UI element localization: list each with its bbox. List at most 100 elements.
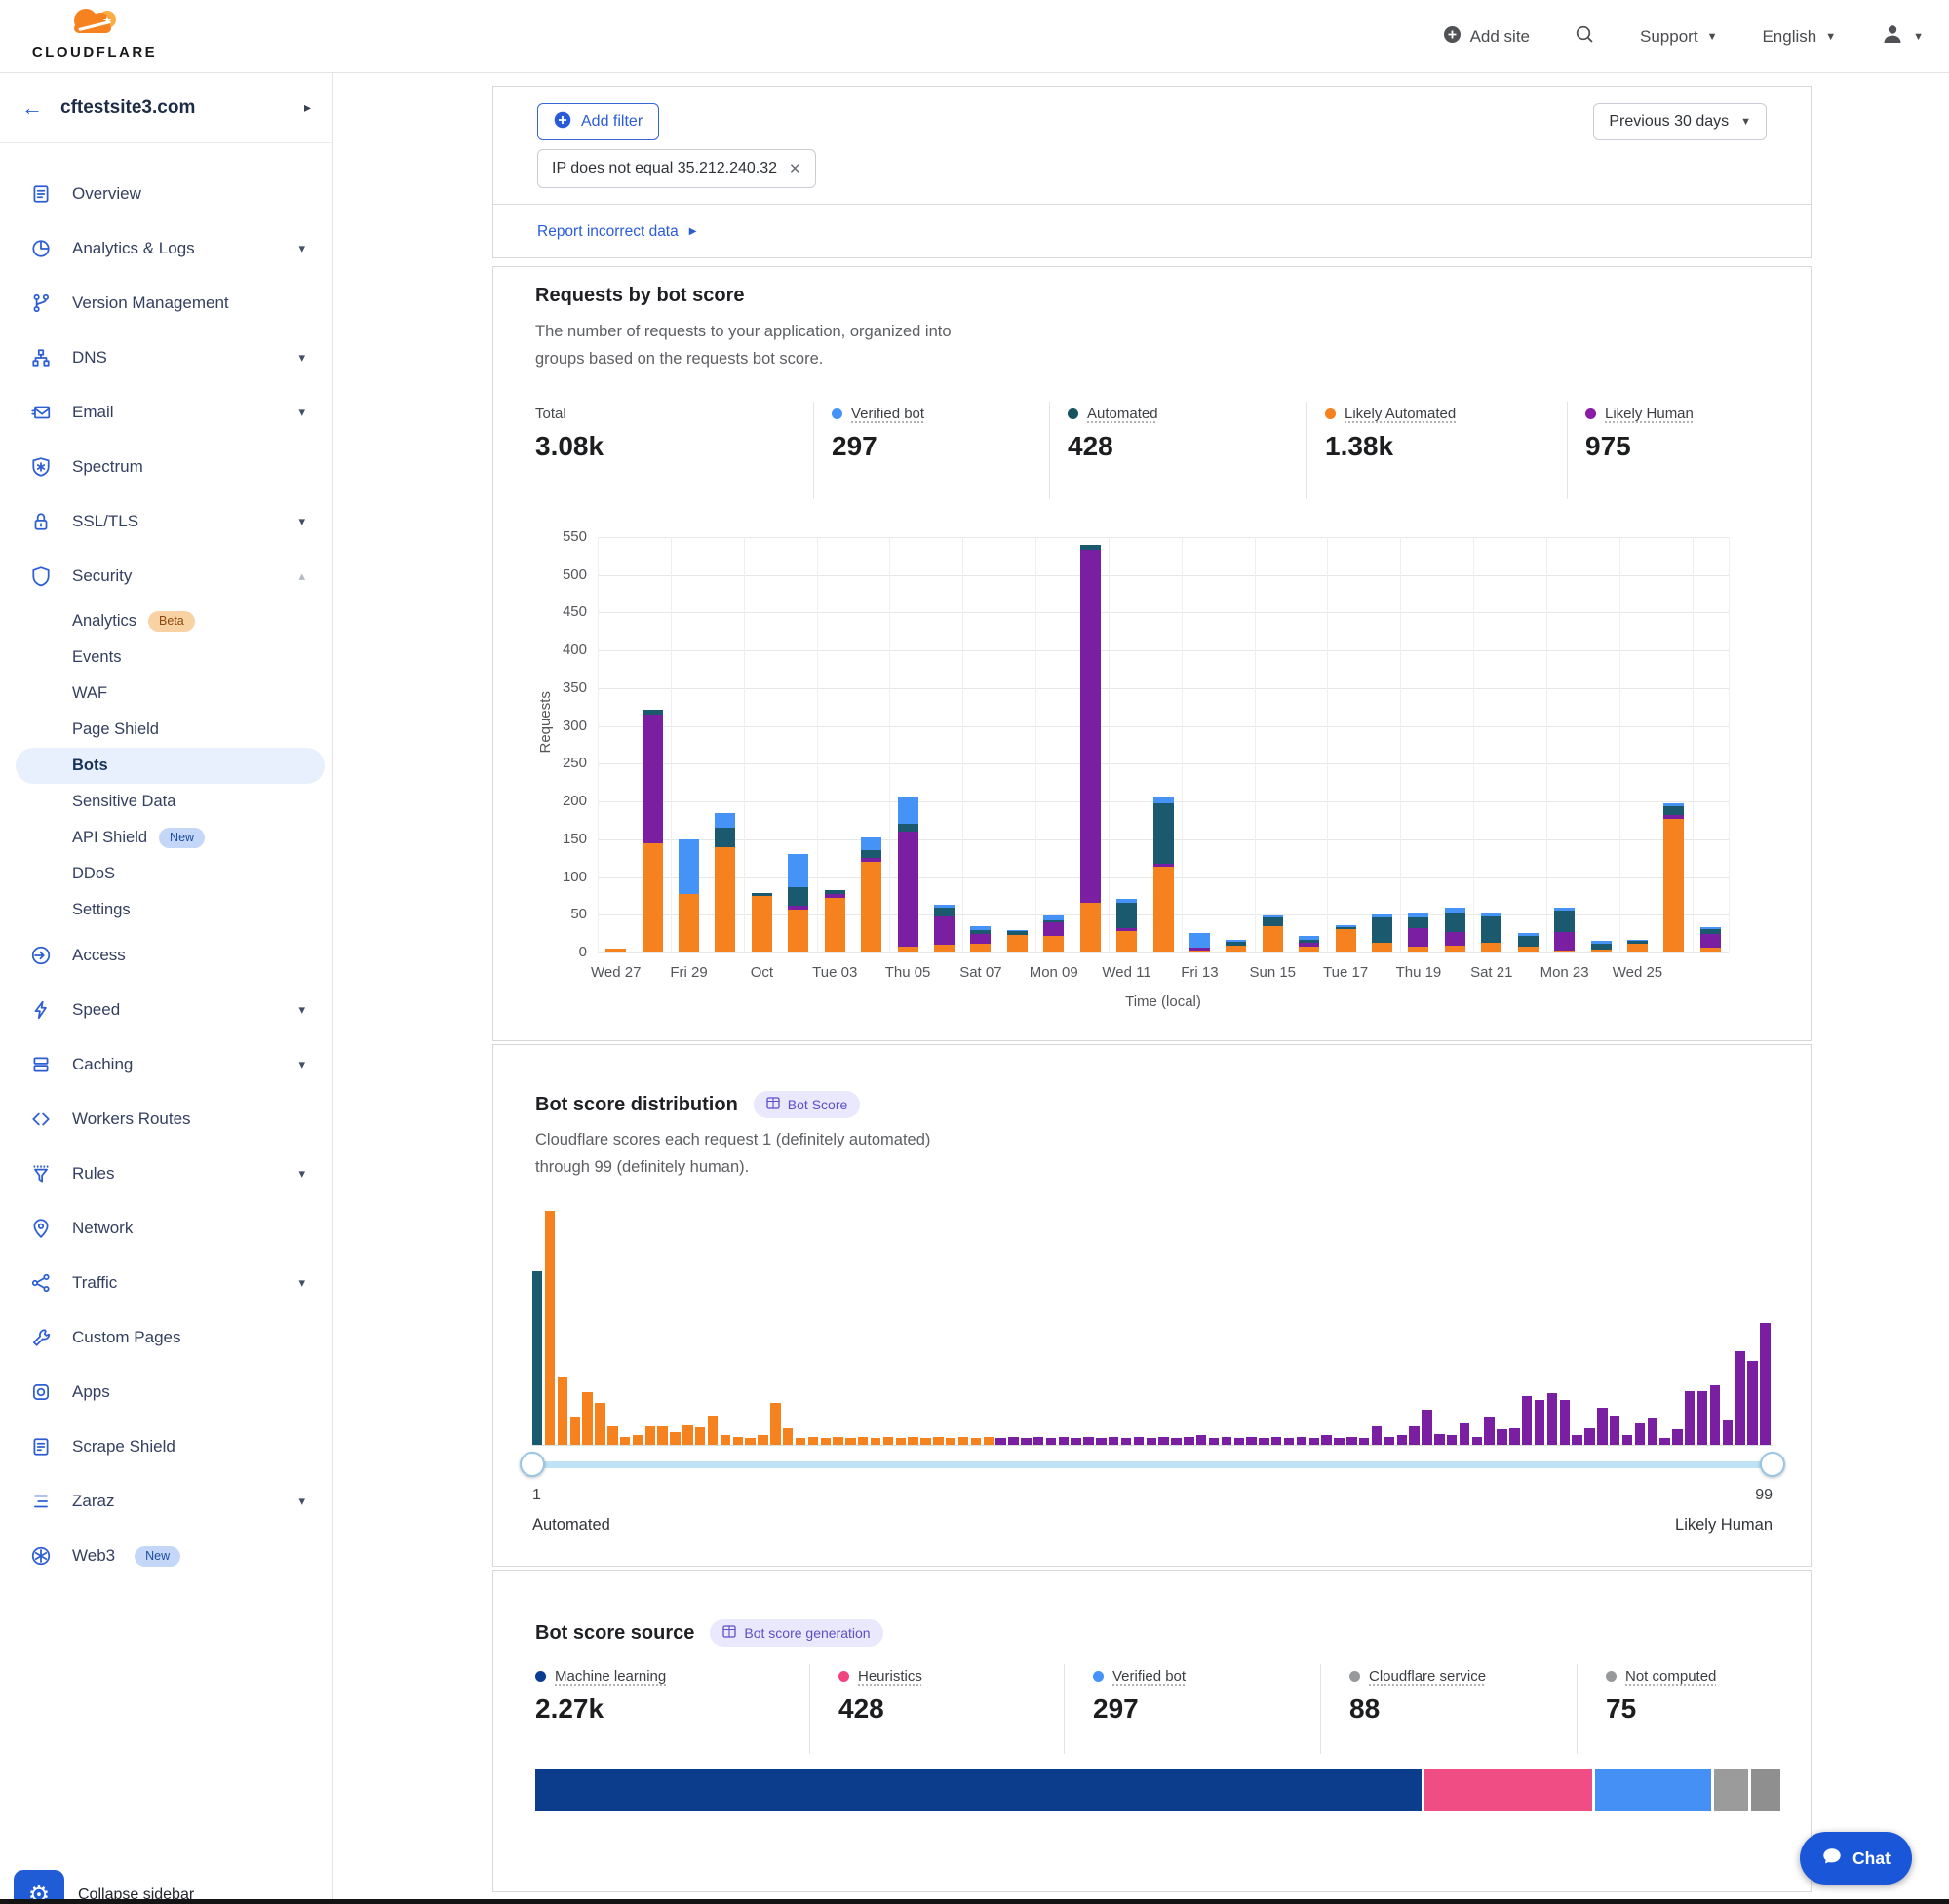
bar-segment-likely-human [1408,928,1428,947]
stat-label-row: Not computed [1606,1668,1850,1685]
histogram-bar [1535,1400,1544,1445]
sidebar-item-web3[interactable]: Web3New [0,1529,332,1583]
chevron-down-icon[interactable]: ▾ [298,1057,305,1072]
histogram-bar [896,1438,906,1445]
sidebar-item-dns[interactable]: DNS▾ [0,330,332,385]
sidebar-item-ddos[interactable]: DDoS [0,856,332,892]
sidebar-item-analytics[interactable]: AnalyticsBeta [0,603,332,640]
histogram-bar [1572,1435,1581,1445]
score-slider-handle-min[interactable] [520,1452,545,1477]
account-menu[interactable]: ▼ [1881,22,1924,51]
custom-pages-icon [29,1326,53,1349]
sidebar-item-network[interactable]: Network [0,1201,332,1256]
sidebar-item-sensitive-data[interactable]: Sensitive Data [0,784,332,820]
sidebar-item-events[interactable]: Events [0,640,332,676]
chevron-down-icon[interactable]: ▾ [298,514,305,529]
stat-label: Total [535,406,566,422]
sidebar-item-access[interactable]: Access [0,928,332,983]
histogram-bar [796,1438,805,1445]
bar-segment-verified-bot [1554,908,1575,911]
bar-segment-verified-bot [1663,803,1684,806]
requests-chart: 050100150200250300350400450500550Wed 27F… [493,511,1813,1028]
bar-segment-automated [1408,917,1428,929]
sidebar-item-settings[interactable]: Settings [0,892,332,928]
security-icon [29,564,53,588]
sidebar-item-speed[interactable]: Speed▾ [0,983,332,1037]
sidebar-item-spectrum[interactable]: Spectrum [0,440,332,494]
search-button[interactable] [1575,24,1595,50]
bar-segment-likely-automated [1080,903,1101,952]
bar-segment-verified-bot [1189,933,1210,948]
top-header: CLOUDFLARE Add site Support ▼ English ▼ … [0,0,1949,73]
sidebar-item-workers-routes[interactable]: Workers Routes [0,1092,332,1146]
site-chevron-right-icon[interactable]: ▸ [304,99,311,116]
sidebar-item-caching[interactable]: Caching▾ [0,1037,332,1092]
bar-segment-verified-bot [1700,927,1721,929]
legend-dot [535,1671,546,1682]
language-menu[interactable]: English ▼ [1762,27,1836,47]
remove-filter-icon[interactable]: ✕ [789,160,801,177]
histogram-bar [933,1437,943,1445]
sidebar-item-waf[interactable]: WAF [0,676,332,712]
bar-segment-verified-bot [788,854,808,886]
doc-icon [722,1625,736,1641]
bar-segment-likely-human [643,715,663,843]
bot-score-badge[interactable]: Bot Score [754,1091,860,1118]
support-menu[interactable]: Support ▼ [1640,27,1717,47]
sidebar-item-scrape-shield[interactable]: Scrape Shield [0,1419,332,1474]
bar-segment-likely-human [788,906,808,910]
distribution-histogram: 1 99 Automated Likely Human [532,1211,1773,1542]
chevron-down-icon[interactable]: ▾ [298,350,305,366]
bar-segment-automated [825,890,845,895]
bar-segment-automated [1080,545,1101,550]
sidebar-subitem-label: WAF [72,684,107,703]
sidebar-item-analytics-logs[interactable]: Analytics & Logs▾ [0,221,332,276]
sidebar-item-api-shield[interactable]: API ShieldNew [0,820,332,856]
sidebar-item-bots[interactable]: Bots [16,748,325,784]
chevron-down-icon[interactable]: ▾ [298,1275,305,1291]
y-axis-tick: 400 [493,641,587,658]
cloudflare-logo[interactable]: CLOUDFLARE [21,4,168,60]
histogram-bar [1071,1438,1080,1445]
sidebar-item-custom-pages[interactable]: Custom Pages [0,1310,332,1365]
add-site-button[interactable]: Add site [1443,25,1530,49]
chevron-down-icon[interactable]: ▾ [298,1166,305,1182]
access-icon [29,944,53,967]
bar-segment-likely-automated [1226,946,1246,952]
sidebar-item-overview[interactable]: Overview [0,167,332,221]
back-arrow-icon[interactable]: ← [21,97,43,119]
sidebar-item-version-management[interactable]: Version Management [0,276,332,330]
bar-segment-verified-bot [934,905,955,907]
chevron-up-icon[interactable]: ▴ [298,568,305,584]
sidebar-item-rules[interactable]: Rules▾ [0,1146,332,1201]
sidebar-item-email[interactable]: Email▾ [0,385,332,440]
sidebar-item-apps[interactable]: Apps [0,1365,332,1419]
source-segment-not-computed [1751,1769,1780,1811]
histogram-bar [1460,1423,1469,1445]
score-slider-track[interactable] [532,1461,1773,1468]
sidebar-item-security[interactable]: Security▴ [0,549,332,603]
histogram-bar [657,1426,667,1445]
bar-segment-likely-automated [1372,943,1392,952]
chat-button[interactable]: Chat [1800,1832,1912,1885]
bot-score-generation-badge[interactable]: Bot score generation [710,1619,882,1647]
sidebar-item-page-shield[interactable]: Page Shield [0,712,332,748]
chevron-down-icon[interactable]: ▾ [298,241,305,256]
report-incorrect-data-link[interactable]: Report incorrect data ▶ [537,223,696,241]
score-slider-handle-max[interactable] [1760,1452,1785,1477]
chevron-down-icon[interactable]: ▾ [298,405,305,420]
histogram-bar [1509,1428,1519,1445]
chevron-down-icon[interactable]: ▾ [298,1494,305,1509]
add-filter-button[interactable]: Add filter [537,103,659,140]
bar-segment-likely-automated [1408,947,1428,952]
chevron-down-icon[interactable]: ▾ [298,1002,305,1018]
time-range-dropdown[interactable]: Previous 30 days ▼ [1593,103,1767,140]
histogram-bar [1046,1438,1056,1445]
histogram-bar [1196,1435,1206,1445]
sidebar-item-traffic[interactable]: Traffic▾ [0,1256,332,1310]
badge-new: New [135,1546,180,1567]
bar-segment-likely-automated [1263,926,1283,952]
sidebar-item-ssl-tls[interactable]: SSL/TLS▾ [0,494,332,549]
histogram-bar [532,1271,542,1445]
sidebar-item-zaraz[interactable]: Zaraz▾ [0,1474,332,1529]
